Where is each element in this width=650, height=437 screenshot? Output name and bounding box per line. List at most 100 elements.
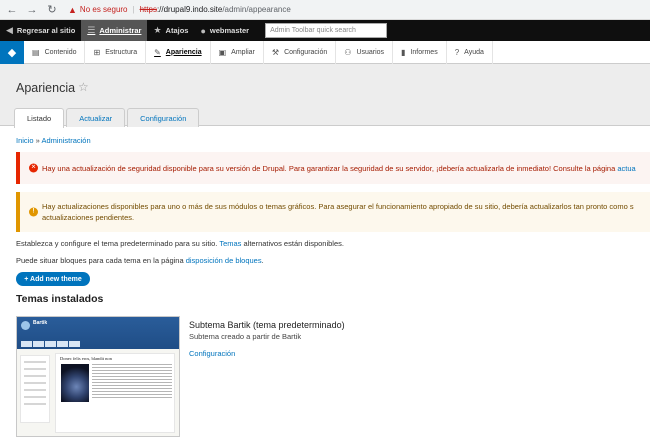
drupal-logo-icon[interactable]: ◆ (0, 40, 24, 64)
back-to-site-label: Regresar al sitio (16, 26, 76, 35)
theme-screenshot: Bartik Donec felis eros, blandit non (16, 316, 180, 437)
thumb-sitename: Bartik (33, 320, 48, 326)
tab-list[interactable]: Listado (14, 108, 65, 128)
tray-item-label: Contenido (44, 48, 77, 56)
admin-tray: ◆ ▤ Contenido ⊞ Estructura ✎ Apariencia ▣ Am… (0, 40, 650, 64)
url-path: /admin/appearance (222, 5, 291, 14)
thumb-sidebar (20, 355, 50, 423)
page-header: Apariencia ☆ Listado Actualizar Configur… (0, 64, 650, 128)
thumb-text (92, 364, 172, 400)
bar-chart-icon: ▮ (401, 47, 406, 57)
intro-paragraph: Establezca y configure el tema predeterm… (16, 239, 344, 248)
tray-item-label: Apariencia (165, 48, 202, 56)
tray-item-label: Ampliar (231, 48, 255, 56)
breadcrumb: Inicio » Administración (16, 136, 91, 145)
structure-icon: ⊞ (93, 47, 101, 57)
thumb-line (24, 389, 46, 391)
add-new-theme-button[interactable]: + Add new theme (16, 272, 90, 286)
tray-item-label: Estructura (105, 48, 138, 56)
security-label: No es seguro (79, 5, 128, 14)
back-circle-icon: ◀ (6, 25, 13, 35)
breadcrumb-home[interactable]: Inicio (16, 136, 34, 145)
help-icon: ? (454, 47, 460, 57)
shortcuts-tab[interactable]: ★ Atajos (147, 20, 194, 41)
admin-toolbar: ◀ Regresar al sitio ☰ Administrar ★ Ataj… (0, 20, 650, 41)
installed-themes-heading: Temas instalados (16, 293, 104, 305)
blocks-paragraph: Puede situar bloques para cada tema en l… (16, 256, 264, 265)
primary-tabs: Listado Actualizar Configuración (14, 108, 201, 128)
file-icon: ▤ (32, 47, 40, 57)
theme-settings-link[interactable]: Configuración (189, 349, 235, 358)
thumb-line (24, 375, 46, 377)
shortcuts-label: Atajos (165, 26, 189, 35)
favorite-star-icon[interactable]: ☆ (78, 80, 89, 94)
thumb-article-title: Donec felis eros, blandit non (60, 356, 112, 361)
manage-tab[interactable]: ☰ Administrar (81, 20, 148, 41)
puzzle-icon: ▣ (218, 47, 227, 57)
thumb-main: Donec felis eros, blandit non (55, 353, 175, 433)
thumb-planet-image (61, 364, 89, 402)
warning-icon: ▲ (68, 4, 77, 15)
tab-update[interactable]: Actualizar (66, 108, 126, 127)
url-host: ://drupal9.indo.site (156, 5, 223, 14)
page-title: Apariencia (16, 81, 76, 95)
forward-icon[interactable]: → (24, 2, 40, 18)
thumb-menu-item (33, 341, 44, 347)
warning-message: ! Hay actualizaciones disponibles para u… (16, 192, 650, 232)
thumb-menu-item (21, 341, 32, 347)
tray-item-extend[interactable]: ▣ Ampliar (211, 40, 264, 64)
error-icon: ✕ (29, 163, 38, 173)
reload-icon[interactable]: ↻ (44, 2, 60, 18)
warning-text: Hay actualizaciones disponibles para uno… (42, 201, 634, 223)
block-layout-link[interactable]: disposición de bloques (186, 256, 262, 265)
tray-item-label: Ayuda (464, 48, 484, 56)
toolbar-search-input[interactable]: Admin Toolbar quick search (265, 23, 388, 38)
tray-item-reports[interactable]: ▮ Informes (393, 40, 447, 64)
user-icon: ● (200, 25, 206, 36)
user-tab[interactable]: ● webmaster (194, 20, 255, 41)
manage-label: Administrar (99, 26, 142, 35)
star-icon: ★ (153, 25, 162, 35)
warning-message-text: Hay actualizaciones disponibles para uno… (42, 202, 634, 211)
thumb-line (24, 361, 46, 363)
tray-item-appearance[interactable]: ✎ Apariencia (146, 40, 211, 64)
thumb-line (24, 368, 46, 370)
paintbrush-icon: ✎ (154, 47, 161, 57)
themes-link[interactable]: Temas (219, 239, 241, 248)
user-label: webmaster (209, 26, 250, 35)
blocks-text-end: . (261, 256, 264, 265)
tray-item-people[interactable]: ⚇ Usuarios (336, 40, 394, 64)
thumb-menu-item (45, 341, 56, 347)
wrench-icon: ⚒ (271, 47, 280, 57)
thumb-header: Bartik (17, 317, 179, 349)
people-icon: ⚇ (344, 47, 352, 57)
error-message: ✕ Hay una actualización de seguridad dis… (16, 152, 650, 184)
url-protocol: https (139, 5, 157, 14)
warning-icon: ! (29, 207, 38, 217)
tray-item-help[interactable]: ? Ayuda (447, 40, 493, 64)
warning-message-text-2: actualizaciones pendientes. (42, 213, 135, 222)
back-to-site-link[interactable]: ◀ Regresar al sitio (0, 20, 81, 41)
thumb-logo (21, 321, 30, 330)
thumb-line (24, 396, 46, 398)
theme-description: Subtema creado a partir de Bartik (189, 332, 302, 341)
intro-text-after: alternativos están disponibles. (243, 239, 344, 248)
address-bar[interactable]: ▲ No es seguro | https://drupal9.indo.si… (68, 2, 644, 18)
tab-settings[interactable]: Configuración (127, 108, 200, 127)
tray-item-content[interactable]: ▤ Contenido (24, 40, 86, 64)
url-divider: | (132, 5, 135, 14)
thumb-menu (21, 341, 81, 347)
error-message-text: Hay una actualización de seguridad dispo… (42, 163, 616, 173)
thumb-menu-item (69, 341, 80, 347)
breadcrumb-admin[interactable]: Administración (41, 136, 90, 145)
tray-item-structure[interactable]: ⊞ Estructura (85, 40, 147, 64)
thumb-menu-item (57, 341, 68, 347)
tray-item-label: Configuración (284, 48, 328, 56)
intro-text: Establezca y configure el tema predeterm… (16, 239, 218, 248)
error-text: Hay una actualización de seguridad dispo… (42, 163, 636, 174)
tray-item-label: Usuarios (356, 48, 385, 56)
back-icon[interactable]: ← (4, 2, 20, 18)
error-link[interactable]: actua (617, 164, 635, 173)
tray-item-configuration[interactable]: ⚒ Configuración (264, 40, 337, 64)
menu-icon: ☰ (87, 25, 96, 35)
